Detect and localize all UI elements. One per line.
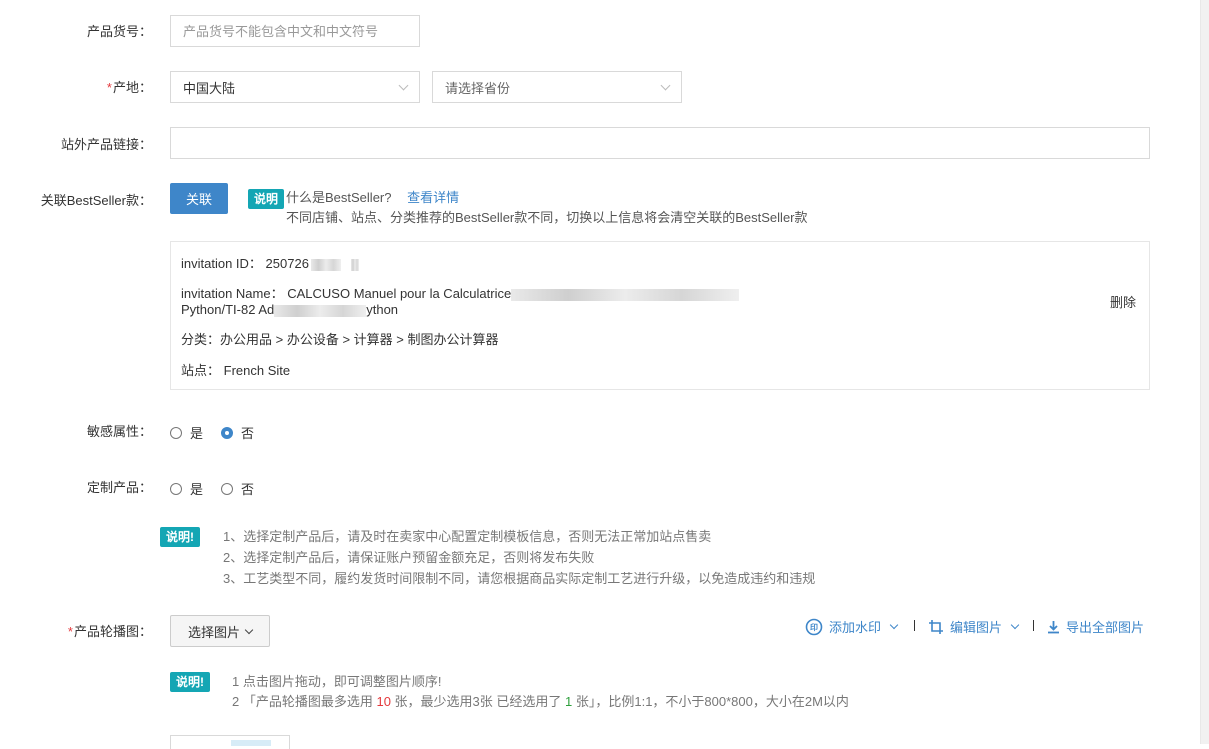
- add-watermark-tool[interactable]: 印 添加水印: [805, 617, 899, 636]
- product-code-input[interactable]: [170, 15, 420, 47]
- carousel-note-2: 2 「产品轮播图最多选用 10 张，最少选用3张 已经选用了 1 张」，比例1:…: [232, 694, 849, 709]
- origin-country-select[interactable]: 中国大陆: [170, 71, 420, 103]
- external-link-label: 站外产品链接：: [60, 137, 152, 152]
- invitation-delete-link[interactable]: 删除: [1110, 295, 1136, 310]
- radio-label: 否: [241, 482, 255, 497]
- toolbar-divider: [1033, 620, 1034, 631]
- sensitive-label: 敏感属性：: [86, 424, 152, 439]
- custom-product-label: 定制产品：: [86, 480, 152, 495]
- bestseller-question: 什么是BestSeller? 查看详情: [286, 190, 460, 205]
- crop-icon: [929, 619, 943, 634]
- redacted-text: [511, 288, 740, 301]
- invitation-name-value: CALCUSO Manuel pour la Calculatrice: [287, 286, 512, 301]
- image-thumbnail-slot[interactable]: [170, 735, 290, 749]
- toolbar-divider: [914, 620, 915, 631]
- custom-note-1: 1、选择定制产品后，请及时在卖家中心配置定制模板信息，否则无法正常加站点售卖: [223, 529, 712, 544]
- watermark-label: 添加水印: [829, 620, 882, 635]
- radio-circle-icon: [170, 426, 182, 439]
- chevron-down-icon: [1010, 620, 1020, 630]
- redacted-text: [310, 258, 341, 271]
- bestseller-label: 关联BestSeller款：: [40, 193, 152, 208]
- custom-note-2: 2、选择定制产品后，请保证账户预留金额充足，否则将发布失败: [223, 550, 595, 565]
- invitation-id-value: 250726: [265, 256, 309, 271]
- carousel-info-badge: 说明!: [170, 672, 210, 692]
- edit-images-label: 编辑图片: [950, 620, 1003, 635]
- select-images-button[interactable]: 选择图片: [170, 615, 270, 647]
- invitation-name-row: invitation Name： CALCUSO Manuel pour la …: [181, 286, 740, 301]
- watermark-icon: 印: [805, 618, 823, 635]
- radio-label: 是: [190, 426, 204, 441]
- radio-checked-icon: [221, 426, 233, 439]
- redacted-text: [350, 258, 359, 271]
- external-link-input[interactable]: [170, 127, 1150, 159]
- chevron-down-icon: [660, 80, 671, 90]
- origin-label: *产地：: [106, 80, 152, 95]
- radio-label: 否: [241, 426, 255, 441]
- download-icon: [1048, 620, 1059, 633]
- origin-province-select[interactable]: 请选择省份: [432, 71, 682, 103]
- carousel-note-1: 1 点击图片拖动，即可调整图片顺序!: [232, 674, 442, 689]
- max-count: 10: [376, 694, 391, 709]
- invitation-id-row: invitation ID： 250726: [181, 256, 359, 271]
- redacted-text: [274, 304, 367, 317]
- origin-country-value: 中国大陆: [183, 80, 236, 96]
- bestseller-hint: 不同店铺、站点、分类推荐的BestSeller款不同，切换以上信息将会清空关联的…: [286, 210, 808, 225]
- invitation-card: invitation ID： 250726 invitation Name： C…: [170, 241, 1150, 390]
- chevron-down-icon: [398, 80, 409, 90]
- bestseller-info-badge: 说明: [248, 189, 285, 209]
- radio-circle-icon: [170, 482, 182, 495]
- export-all-label: 导出全部图片: [1066, 620, 1145, 635]
- custom-info-badge: 说明!: [160, 527, 200, 547]
- sensitive-radio-yes[interactable]: 是: [170, 423, 203, 442]
- radio-label: 是: [190, 482, 204, 497]
- origin-province-placeholder: 请选择省份: [445, 80, 511, 96]
- radio-circle-icon: [221, 482, 233, 495]
- export-all-images-tool[interactable]: 导出全部图片: [1047, 617, 1144, 636]
- link-bestseller-button[interactable]: 关联: [170, 183, 228, 214]
- invitation-category-value: 办公用品 > 办公设备 > 计算器 > 制图办公计算器: [220, 332, 499, 347]
- bestseller-details-link[interactable]: 查看详情: [407, 190, 459, 205]
- select-images-label: 选择图片: [187, 624, 240, 640]
- sensitive-radio-no[interactable]: 否: [221, 423, 254, 442]
- custom-radio-no[interactable]: 否: [221, 479, 254, 498]
- invitation-site-row: 站点： French Site: [181, 363, 291, 378]
- custom-radio-yes[interactable]: 是: [170, 479, 203, 498]
- invitation-category-row: 分类：办公用品 > 办公设备 > 计算器 > 制图办公计算器: [181, 332, 499, 347]
- chevron-down-icon: [889, 620, 899, 630]
- svg-text:印: 印: [810, 622, 818, 632]
- custom-note-3: 3、工艺类型不同，履约发货时间限制不同，请您根据商品实际定制工艺进行升级，以免造…: [223, 571, 816, 586]
- edit-images-tool[interactable]: 编辑图片: [928, 617, 1020, 636]
- invitation-name-row-2: Python/TI-82 Ad ython: [181, 302, 399, 317]
- carousel-label: *产品轮播图：: [67, 624, 152, 639]
- invitation-site-value: French Site: [223, 363, 291, 378]
- scrollbar-track[interactable]: [1200, 0, 1209, 744]
- product-code-label: 产品货号：: [86, 24, 152, 39]
- chevron-down-icon: [244, 625, 254, 634]
